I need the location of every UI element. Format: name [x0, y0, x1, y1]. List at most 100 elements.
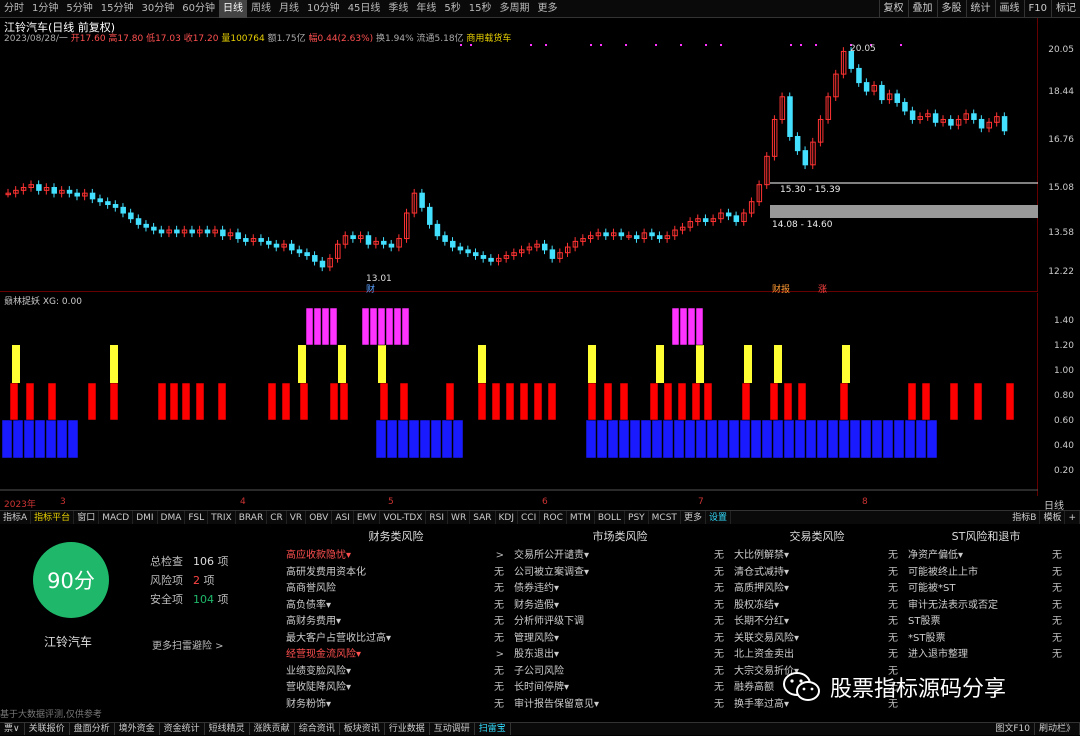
- status-tab[interactable]: 板块资讯: [340, 723, 385, 735]
- period-tab[interactable]: 更多: [534, 0, 562, 18]
- indicator-tab[interactable]: BRAR: [236, 511, 268, 524]
- toolbar-button[interactable]: 叠加: [907, 0, 937, 18]
- risk-item[interactable]: 净资产偏低▾ 无: [908, 548, 1064, 565]
- toolbar-button[interactable]: 画线: [994, 0, 1024, 18]
- period-tab[interactable]: 10分钟: [303, 0, 344, 18]
- risk-item[interactable]: 长期不分红▾ 无: [734, 614, 900, 631]
- period-tab[interactable]: 30分钟: [137, 0, 178, 18]
- risk-item[interactable]: 子公司风险 无: [514, 664, 726, 681]
- period-tab[interactable]: 月线: [275, 0, 303, 18]
- risk-item[interactable]: 经营现金流风险▾ >: [286, 647, 506, 664]
- risk-item[interactable]: 公司被立案调查▾ 无: [514, 565, 726, 582]
- risk-item[interactable]: 最大客户占营收比过高▾ 无: [286, 631, 506, 648]
- period-tab[interactable]: 年线: [412, 0, 440, 18]
- period-tab[interactable]: 多周期: [496, 0, 534, 18]
- indicator-tab[interactable]: 设置: [706, 511, 731, 524]
- risk-item[interactable]: 高质押风险▾ 无: [734, 581, 900, 598]
- indicator-tab[interactable]: DMI: [133, 511, 158, 524]
- status-tab[interactable]: 盘面分析: [70, 723, 115, 735]
- risk-item[interactable]: 清仓式减持▾ 无: [734, 565, 900, 582]
- indicator-tab-right[interactable]: 模板: [1040, 511, 1066, 524]
- risk-item[interactable]: 关联交易风险▾ 无: [734, 631, 900, 648]
- status-tab[interactable]: 互动调研: [430, 723, 475, 735]
- period-tab[interactable]: 5分钟: [62, 0, 96, 18]
- indicator-tab[interactable]: MCST: [649, 511, 681, 524]
- risk-item[interactable]: 高财务费用▾ 无: [286, 614, 506, 631]
- risk-item[interactable]: 高应收款隐忧▾ >: [286, 548, 506, 565]
- status-tab[interactable]: 关联报价: [25, 723, 70, 735]
- indicator-tab[interactable]: SAR: [470, 511, 496, 524]
- indicator-tab[interactable]: TRIX: [208, 511, 236, 524]
- indicator-tab[interactable]: ASI: [332, 511, 354, 524]
- period-tab[interactable]: 15秒: [465, 0, 496, 18]
- risk-item[interactable]: 北上资金卖出 无: [734, 647, 900, 664]
- toolbar-button[interactable]: 统计: [965, 0, 995, 18]
- toolbar-button[interactable]: F10: [1023, 0, 1051, 18]
- indicator-tab[interactable]: 指标平台: [31, 511, 75, 524]
- status-right[interactable]: 图文F10: [991, 723, 1035, 735]
- indicator-tab[interactable]: ROC: [540, 511, 567, 524]
- risk-item[interactable]: 股东退出▾ 无: [514, 647, 726, 664]
- risk-item[interactable]: 高研发费用资本化 无: [286, 565, 506, 582]
- indicator-tab[interactable]: MTM: [567, 511, 595, 524]
- risk-item[interactable]: 高负债率▾ 无: [286, 598, 506, 615]
- indicator-tab[interactable]: BOLL: [595, 511, 626, 524]
- indicator-tab-right[interactable]: 指标B: [1009, 511, 1041, 524]
- indicator-tab[interactable]: 窗口: [74, 511, 100, 524]
- period-tab[interactable]: 45日线: [344, 0, 385, 18]
- period-tab[interactable]: 季线: [384, 0, 412, 18]
- risk-item[interactable]: 进入退市整理 无: [908, 647, 1064, 664]
- risk-item[interactable]: 财务造假▾ 无: [514, 598, 726, 615]
- status-tab[interactable]: 涨跌贡献: [250, 723, 295, 735]
- risk-item[interactable]: 交易所公开谴责▾ 无: [514, 548, 726, 565]
- period-tab[interactable]: 15分钟: [97, 0, 138, 18]
- status-tab[interactable]: 境外资金: [115, 723, 160, 735]
- risk-item[interactable]: 可能被*ST 无: [908, 581, 1064, 598]
- indicator-chart[interactable]: [0, 293, 1038, 496]
- risk-item[interactable]: 财务粉饰▾ 无: [286, 697, 506, 714]
- indicator-tab[interactable]: 更多: [681, 511, 706, 524]
- more-scan-link[interactable]: 更多扫雷避险 >: [152, 637, 224, 652]
- risk-item[interactable]: 高商誉风险 无: [286, 581, 506, 598]
- indicator-tab[interactable]: CR: [267, 511, 287, 524]
- risk-item[interactable]: 债券违约▾ 无: [514, 581, 726, 598]
- toolbar-button[interactable]: 多股: [936, 0, 966, 18]
- indicator-tab[interactable]: 指标A: [0, 511, 32, 524]
- status-tab[interactable]: 扫雷宝: [475, 723, 511, 735]
- indicator-tab-right[interactable]: +: [1065, 511, 1080, 524]
- status-tab[interactable]: 资金统计: [160, 723, 205, 735]
- period-tab[interactable]: 60分钟: [178, 0, 219, 18]
- risk-item[interactable]: 分析师评级下调 无: [514, 614, 726, 631]
- indicator-tab[interactable]: PSY: [625, 511, 649, 524]
- period-tab[interactable]: 分时: [0, 0, 28, 18]
- risk-item[interactable]: 管理风险▾ 无: [514, 631, 726, 648]
- indicator-tab[interactable]: DMA: [158, 511, 186, 524]
- indicator-tab[interactable]: WR: [448, 511, 471, 524]
- indicator-tab[interactable]: EMV: [354, 511, 381, 524]
- kline-chart[interactable]: [0, 18, 1038, 292]
- risk-item[interactable]: *ST股票 无: [908, 631, 1064, 648]
- risk-item[interactable]: 可能被终止上市 无: [908, 565, 1064, 582]
- period-tab[interactable]: 日线: [218, 0, 247, 18]
- period-tab[interactable]: 周线: [247, 0, 275, 18]
- period-tab[interactable]: 5秒: [440, 0, 464, 18]
- risk-item[interactable]: 审计报告保留意见▾ 无: [514, 697, 726, 714]
- risk-item[interactable]: 股权冻结▾ 无: [734, 598, 900, 615]
- status-tab[interactable]: 票∨: [0, 723, 25, 735]
- risk-item[interactable]: 审计无法表示或否定 无: [908, 598, 1064, 615]
- toolbar-button[interactable]: 标记: [1051, 0, 1080, 18]
- risk-item[interactable]: 长时间停牌▾ 无: [514, 680, 726, 697]
- risk-item[interactable]: ST股票 无: [908, 614, 1064, 631]
- status-tab[interactable]: 综合资讯: [295, 723, 340, 735]
- toolbar-button[interactable]: 复权: [878, 0, 908, 18]
- indicator-tab[interactable]: OBV: [306, 511, 333, 524]
- risk-item[interactable]: 大比例解禁▾ 无: [734, 548, 900, 565]
- indicator-tab[interactable]: KDJ: [496, 511, 518, 524]
- status-tab[interactable]: 短线精灵: [205, 723, 250, 735]
- indicator-tab[interactable]: CCI: [518, 511, 541, 524]
- indicator-tab[interactable]: MACD: [99, 511, 134, 524]
- indicator-tab[interactable]: VOL-TDX: [380, 511, 427, 524]
- risk-item[interactable]: 业绩变脸风险▾ 无: [286, 664, 506, 681]
- indicator-tab[interactable]: VR: [287, 511, 307, 524]
- period-tab[interactable]: 1分钟: [28, 0, 62, 18]
